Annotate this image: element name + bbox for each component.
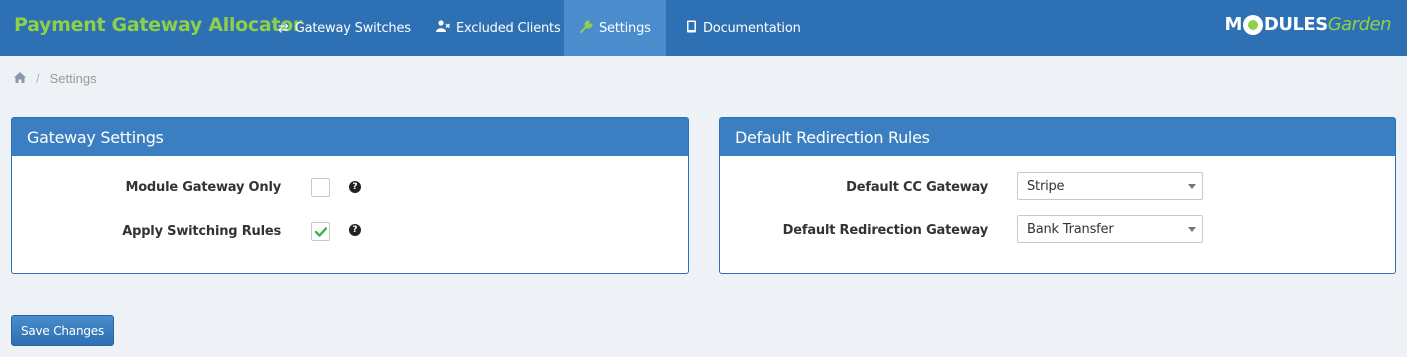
chevron-down-icon <box>1188 227 1196 232</box>
app-title[interactable]: Payment Gateway Allocator <box>14 14 302 36</box>
nav-documentation[interactable]: Documentation <box>670 0 817 56</box>
breadcrumb-current: Settings <box>49 71 97 86</box>
help-icon[interactable]: ? <box>349 224 361 236</box>
top-navbar: Payment Gateway Allocator ⇄ Gateway Swit… <box>0 0 1407 56</box>
panel-title: Gateway Settings <box>12 118 688 156</box>
chevron-down-icon <box>1188 184 1196 189</box>
wrench-icon <box>580 19 593 37</box>
checkmark-icon <box>314 226 327 237</box>
nav-excluded-clients[interactable]: Excluded Clients <box>420 0 577 56</box>
refresh-icon: ⇄ <box>278 20 289 36</box>
default-redirection-gateway-select[interactable]: Bank Transfer <box>1017 215 1203 243</box>
nav-label: Settings <box>599 20 651 36</box>
nav-label: Gateway Switches <box>294 20 411 36</box>
help-icon[interactable]: ? <box>349 181 361 193</box>
gateway-settings-panel: Gateway Settings Module Gateway Only ? A… <box>11 117 689 274</box>
breadcrumb: / Settings <box>14 71 97 86</box>
nav-gateway-switches[interactable]: ⇄ Gateway Switches <box>262 0 427 56</box>
apply-switching-rules-label: Apply Switching Rules <box>122 224 281 239</box>
nav-settings[interactable]: Settings <box>564 0 666 56</box>
panel-title: Default Redirection Rules <box>720 118 1395 156</box>
home-icon[interactable] <box>14 71 26 86</box>
breadcrumb-separator: / <box>36 71 40 86</box>
modulesgarden-logo[interactable]: M DULES Garden <box>1224 14 1391 35</box>
apply-switching-rules-checkbox[interactable] <box>311 222 330 241</box>
logo-mark-icon <box>1242 14 1263 35</box>
save-changes-button[interactable]: Save Changes <box>11 315 114 346</box>
default-redirection-rules-panel: Default Redirection Rules Default CC Gat… <box>719 117 1396 274</box>
default-redirection-gateway-label: Default Redirection Gateway <box>782 223 989 238</box>
module-gateway-only-label: Module Gateway Only <box>125 180 281 195</box>
nav-label: Documentation <box>703 20 801 36</box>
default-cc-gateway-select[interactable]: Stripe <box>1017 172 1203 200</box>
book-icon <box>686 20 697 37</box>
user-x-icon <box>436 20 450 36</box>
nav-label: Excluded Clients <box>456 20 561 36</box>
module-gateway-only-checkbox[interactable] <box>311 178 330 197</box>
default-cc-gateway-label: Default CC Gateway <box>846 180 988 195</box>
